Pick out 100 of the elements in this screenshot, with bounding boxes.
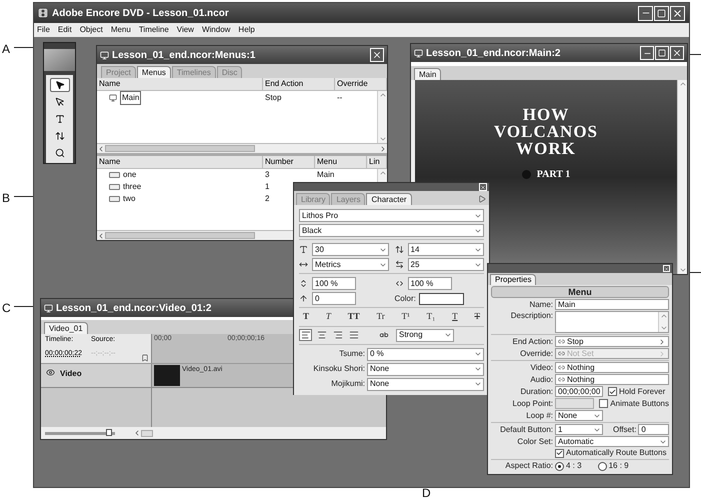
tab[interactable]: Character xyxy=(366,193,412,205)
default-button-dropdown[interactable]: 1 xyxy=(555,424,603,435)
align-button[interactable] xyxy=(331,329,344,341)
callout-label: C xyxy=(2,300,11,317)
minimize-button[interactable] xyxy=(640,46,654,60)
vertical-scrollbar[interactable] xyxy=(658,312,668,332)
scroll-thumb[interactable] xyxy=(141,430,153,436)
size-dropdown[interactable]: 30 xyxy=(312,243,388,256)
tracking-dropdown[interactable]: 25 xyxy=(408,258,484,271)
field-label: Tsume: xyxy=(338,348,365,360)
field-label: Loop Point: xyxy=(512,398,553,408)
radio-button[interactable] xyxy=(598,462,607,470)
close-button[interactable] xyxy=(663,265,670,272)
slider-thumb[interactable] xyxy=(106,428,112,436)
menu-item[interactable]: View xyxy=(176,24,194,36)
column-header[interactable]: Name xyxy=(97,156,263,168)
menu-button-text[interactable]: PART 1 xyxy=(536,167,570,182)
menu-item[interactable]: Window xyxy=(202,24,230,36)
color-swatch[interactable] xyxy=(418,292,464,304)
horizontal-scale-field[interactable]: 100 % xyxy=(408,277,452,290)
description-field[interactable] xyxy=(555,311,669,333)
close-button[interactable] xyxy=(670,6,685,20)
tab[interactable]: Properties xyxy=(490,274,536,285)
close-button[interactable] xyxy=(670,46,684,60)
tab[interactable]: Video_01 xyxy=(44,322,88,334)
close-button[interactable] xyxy=(370,48,384,62)
tool-button[interactable] xyxy=(50,78,70,92)
column-header[interactable]: Name xyxy=(97,78,263,90)
tab[interactable]: Menus xyxy=(136,66,171,78)
table-cell-text: Stop xyxy=(264,92,282,104)
column-header[interactable]: Lin xyxy=(367,156,387,168)
app-title: Adobe Encore DVD - Lesson_01.ncor xyxy=(52,6,229,20)
radio-label: 16 : 9 xyxy=(608,461,629,471)
column-header[interactable]: Number xyxy=(263,156,315,168)
font-dropdown[interactable]: Lithos Pro xyxy=(299,209,484,222)
column-header[interactable]: Override xyxy=(335,78,387,90)
field-label: Color: xyxy=(394,292,416,304)
setting-dropdown[interactable]: 0 % xyxy=(367,348,484,360)
menu-item[interactable]: Object xyxy=(80,24,103,36)
link-field[interactable]: Nothing xyxy=(555,362,669,373)
eye-icon[interactable] xyxy=(46,368,55,377)
zoom-icon xyxy=(54,148,64,158)
table-cell[interactable]: Main xyxy=(120,90,142,104)
close-icon xyxy=(672,48,682,58)
table-cell-text: 3 xyxy=(264,169,270,181)
style-button[interactable]: Tr xyxy=(376,310,385,324)
vertical-scale-field[interactable]: 100 % xyxy=(312,277,356,290)
headline-text: VOLCANOS xyxy=(494,123,598,140)
baseline-shift-field[interactable]: 0 xyxy=(312,292,356,305)
anti-alias-dropdown[interactable]: Strong xyxy=(396,328,454,342)
style-button[interactable]: T xyxy=(326,310,331,324)
radio-label: 4 : 3 xyxy=(566,461,582,471)
color-set-dropdown[interactable]: Automatic xyxy=(555,436,669,447)
field-label: Mojikumi: xyxy=(330,378,365,390)
loop-point-field[interactable] xyxy=(555,398,594,409)
column-header[interactable]: Menu xyxy=(315,156,367,168)
align-button[interactable] xyxy=(315,329,328,341)
align-button[interactable] xyxy=(347,329,360,341)
link-field[interactable]: Stop xyxy=(555,336,669,347)
checkbox[interactable] xyxy=(608,387,617,396)
name-field[interactable]: Main xyxy=(555,299,669,310)
callout-label: B xyxy=(2,190,10,207)
style-button[interactable]: T xyxy=(452,310,458,324)
horizontal-scrollbar[interactable] xyxy=(97,143,387,153)
align-button[interactable] xyxy=(299,329,312,341)
window-title: Lesson_01_end.ncor:Menus:1 xyxy=(112,48,256,62)
maximize-button[interactable] xyxy=(654,6,669,20)
loop-dropdown[interactable]: None xyxy=(555,410,603,421)
menu-item[interactable]: Timeline xyxy=(138,24,169,36)
vertical-scrollbar[interactable] xyxy=(677,80,687,274)
vertical-scrollbar[interactable] xyxy=(377,91,387,143)
kerning-dropdown[interactable]: Metrics xyxy=(312,258,388,271)
menu-item[interactable]: File xyxy=(37,24,50,36)
maximize-button[interactable] xyxy=(655,46,669,60)
tab[interactable]: Main xyxy=(414,68,442,80)
panel-menu-icon[interactable] xyxy=(478,195,486,203)
radio-button[interactable] xyxy=(555,462,564,470)
setting-dropdown[interactable]: None xyxy=(367,362,484,376)
style-button[interactable]: T xyxy=(474,310,480,324)
zoom-slider[interactable] xyxy=(45,432,115,434)
style-button[interactable]: TT xyxy=(348,310,360,324)
window-title: Lesson_01_end.ncor:Video_01:2 xyxy=(56,302,212,316)
link-icon xyxy=(558,364,565,371)
style-button[interactable]: T xyxy=(303,310,310,324)
offset-field[interactable]: 0 xyxy=(638,424,669,435)
link-field[interactable]: Nothing xyxy=(555,374,669,385)
menu-item[interactable]: Help xyxy=(238,24,255,36)
style-button[interactable]: T₁ xyxy=(426,310,436,324)
style-dropdown[interactable]: Black xyxy=(299,224,484,237)
setting-dropdown[interactable]: None xyxy=(367,378,484,390)
menu-item[interactable]: Edit xyxy=(58,24,72,36)
duration-field[interactable]: 00;00;00;00 xyxy=(555,386,603,397)
column-header[interactable]: End Action xyxy=(263,78,335,90)
minimize-button[interactable] xyxy=(638,6,653,20)
leading-dropdown[interactable]: 14 xyxy=(408,243,484,256)
menu-item[interactable]: Menu xyxy=(110,24,131,36)
checkbox[interactable] xyxy=(555,448,564,458)
checkbox[interactable] xyxy=(599,399,608,408)
table-cell-text: -- xyxy=(336,92,344,104)
style-button[interactable]: T¹ xyxy=(402,310,410,324)
